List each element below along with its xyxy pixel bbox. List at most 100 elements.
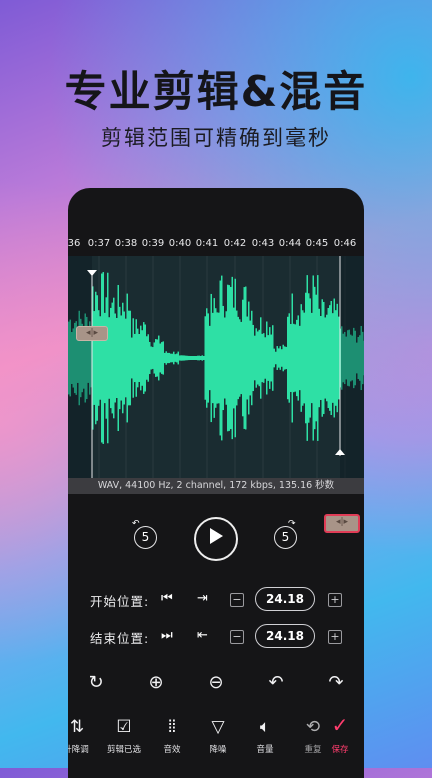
waveform-bar <box>261 333 263 383</box>
waveform-bar <box>188 355 190 361</box>
waveform-bar <box>308 293 310 423</box>
waveform-bar <box>228 285 230 431</box>
waveform-bar <box>330 301 332 415</box>
waveform-bar <box>222 305 224 411</box>
waveform-bar <box>290 324 292 392</box>
waveform-bar <box>68 321 70 395</box>
play-button[interactable] <box>194 517 238 561</box>
waveform-bar <box>128 310 130 406</box>
waveform-bar <box>315 294 317 422</box>
waveform-bar <box>198 355 200 361</box>
waveform-bar <box>149 341 151 375</box>
waveform-bar <box>234 278 236 438</box>
timeline-tick: 0:46 <box>333 238 357 249</box>
forward-5-button[interactable]: ↷ 5 <box>274 519 297 549</box>
waveform-bar <box>122 302 124 414</box>
end-decrement-button[interactable]: − <box>230 630 244 644</box>
waveform-bar <box>309 298 311 418</box>
waveform-bar <box>191 356 193 360</box>
waveform-bar <box>276 346 278 370</box>
waveform-bar <box>218 312 220 404</box>
waveform-bar <box>185 355 187 361</box>
reset-icon[interactable]: ↻ <box>84 671 108 695</box>
waveform-bar <box>336 303 338 413</box>
waveform-bar <box>239 319 241 397</box>
waveform-bar <box>78 310 80 406</box>
waveform-bar <box>245 286 247 430</box>
start-position-value[interactable]: 24.18 <box>255 587 315 611</box>
waveform-bar <box>278 348 280 368</box>
waveform-bar <box>110 307 112 409</box>
waveform-bar <box>342 333 344 383</box>
repeat-icon: ⟲ <box>305 717 321 737</box>
waveform-bar <box>252 324 254 392</box>
zoom-in-icon[interactable]: ⊕ <box>144 671 168 695</box>
set-start-marker-icon[interactable]: ⇥ <box>197 591 208 607</box>
set-end-marker-icon[interactable]: ⇤ <box>197 628 208 644</box>
start-increment-button[interactable]: + <box>328 593 342 607</box>
waveform-bar <box>279 346 281 370</box>
waveform-bar <box>108 317 110 399</box>
waveform-bar <box>362 331 364 385</box>
rewind-5-button[interactable]: ↶ 5 <box>132 519 157 549</box>
forward-arrow-icon: ↷ <box>288 519 296 529</box>
waveform-bar <box>287 316 289 400</box>
waveform-bar <box>249 320 251 396</box>
waveform-bar <box>167 352 169 364</box>
undo-icon[interactable]: ↶ <box>264 671 288 695</box>
waveform-bar <box>243 287 245 429</box>
waveform-bar <box>201 355 203 361</box>
waveform-bar <box>266 321 268 395</box>
waveform-bar <box>192 356 194 360</box>
end-position-label: 结束位置: <box>90 631 150 646</box>
timeline-tick: 0:42 <box>223 238 247 249</box>
end-position-value[interactable]: 24.18 <box>255 624 315 648</box>
waveform-bar <box>206 308 208 408</box>
waveform-bar <box>180 355 182 361</box>
waveform-bar <box>96 295 98 421</box>
waveform-bar <box>209 325 211 391</box>
end-increment-button[interactable]: + <box>328 630 342 644</box>
audio-info-bar: WAV, 44100 Hz, 2 channel, 172 kbps, 135.… <box>68 478 364 494</box>
waveform-bar <box>147 334 149 382</box>
waveform-bar <box>294 324 296 392</box>
waveform-bar <box>237 316 239 400</box>
waveform-bar <box>117 284 119 432</box>
redo-icon[interactable]: ↷ <box>324 671 348 695</box>
waveform-bar <box>311 312 313 404</box>
waveform-bar <box>335 310 337 406</box>
skip-to-end-icon[interactable]: ⏭ <box>161 628 173 644</box>
waveform-bar <box>129 310 131 406</box>
waveform-bar <box>230 286 232 430</box>
zoom-out-icon[interactable]: ⊖ <box>204 671 228 695</box>
waveform-bar <box>161 342 163 374</box>
waveform-bar <box>219 280 221 436</box>
waveform-bar <box>71 332 73 384</box>
waveform-bar <box>227 284 229 432</box>
waveform-bar <box>111 302 113 414</box>
selection-start-handle[interactable]: ◂|▸ <box>76 326 108 341</box>
skip-to-start-icon[interactable]: ⏮ <box>161 591 173 607</box>
waveform-bar <box>320 316 322 400</box>
waveform-bar <box>317 275 319 441</box>
waveform-bar <box>354 330 356 386</box>
waveform-bar <box>95 291 97 425</box>
selection-end-handle[interactable]: ◂|▸ <box>324 514 360 533</box>
start-decrement-button[interactable]: − <box>230 593 244 607</box>
start-position-label: 开始位置: <box>90 594 150 609</box>
waveform-bar <box>153 342 155 374</box>
timeline-tick: 0:39 <box>141 238 165 249</box>
pitch-icon: ⇅ <box>69 717 85 737</box>
waveform-bar <box>224 317 226 399</box>
waveform-bar <box>213 298 215 418</box>
waveform-bar <box>324 317 326 399</box>
waveform-bar <box>231 276 233 440</box>
waveform-bar <box>296 319 298 397</box>
waveform-bar <box>269 327 271 389</box>
waveform-bar <box>183 355 185 361</box>
promo-title: 专业剪辑&混音 <box>64 67 368 116</box>
waveform-editor[interactable]: ◂|▸ ◂|▸ <box>68 256 364 533</box>
waveform-bar <box>326 314 328 402</box>
waveform-bar <box>360 325 362 391</box>
waveform-bar <box>288 313 290 403</box>
